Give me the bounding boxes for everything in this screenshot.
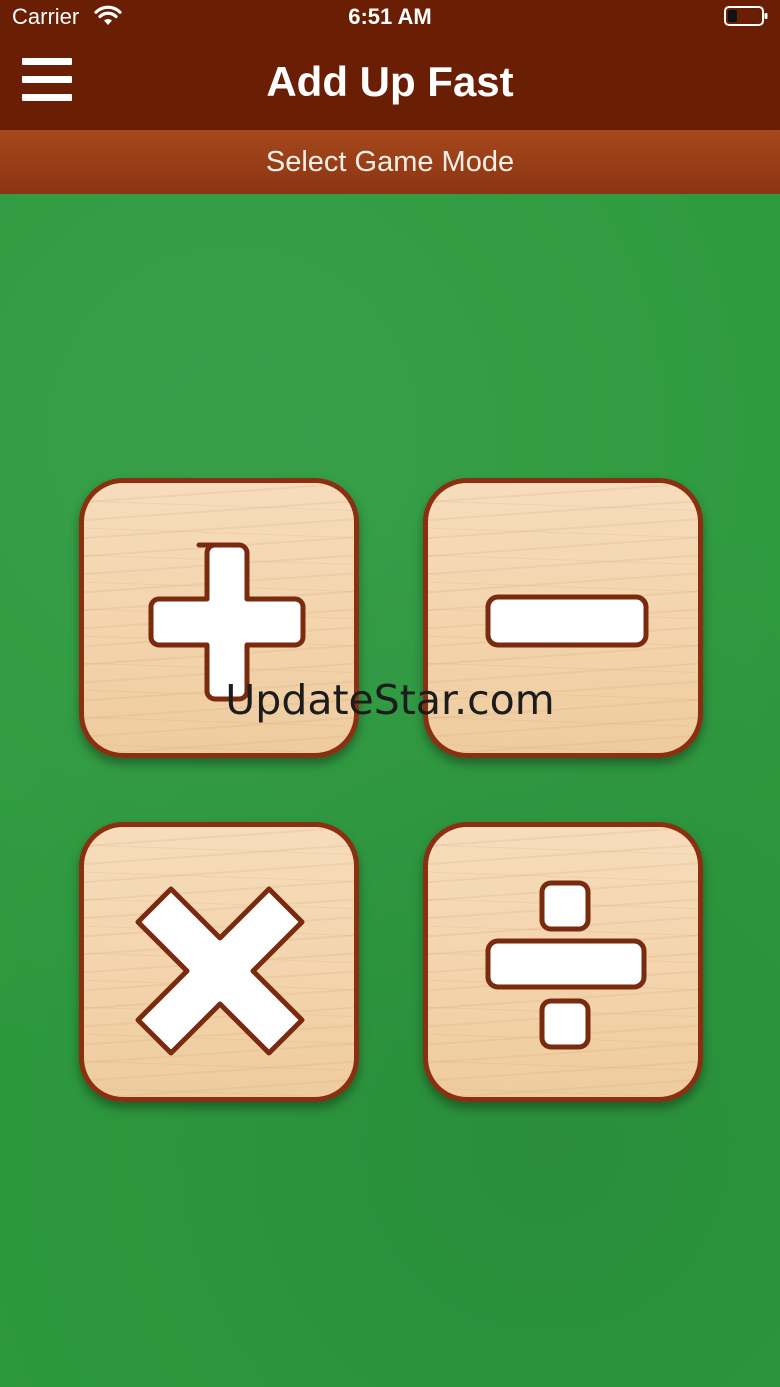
nav-bar: Add Up Fast bbox=[0, 34, 780, 130]
subtraction-mode-button[interactable] bbox=[423, 478, 703, 758]
multiply-icon bbox=[135, 886, 305, 1056]
status-bar: Carrier 6:51 AM bbox=[0, 0, 780, 34]
battery-icon bbox=[724, 6, 768, 26]
sub-header-title: Select Game Mode bbox=[265, 146, 515, 178]
status-time: 6:51 AM bbox=[348, 4, 432, 29]
sub-header: Select Game Mode bbox=[0, 130, 780, 194]
multiplication-mode-button[interactable] bbox=[79, 822, 359, 1102]
division-mode-button[interactable] bbox=[423, 822, 703, 1102]
game-board-background bbox=[0, 194, 780, 1387]
page-title: Add Up Fast bbox=[266, 58, 514, 105]
divide-icon bbox=[485, 880, 647, 1050]
minus-icon bbox=[485, 594, 649, 648]
plus-icon bbox=[148, 542, 306, 702]
addition-mode-button[interactable] bbox=[79, 478, 359, 758]
